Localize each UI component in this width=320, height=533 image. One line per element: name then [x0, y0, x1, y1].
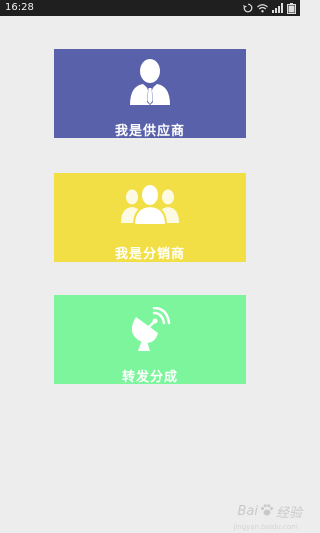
- status-bar: 16:28: [0, 0, 300, 16]
- share-commission-label: 转发分成: [121, 370, 178, 385]
- share-commission-button[interactable]: 转发分成: [54, 295, 246, 385]
- watermark-brand-suffix: 经验: [275, 506, 302, 521]
- watermark-url: jingyan.baidu.com: [233, 523, 298, 531]
- wifi-icon: [257, 3, 268, 13]
- satellite-dish-icon: [54, 307, 246, 353]
- watermark: Bai 经验: [237, 502, 302, 521]
- sync-icon: [243, 3, 253, 13]
- status-icons: [243, 2, 296, 14]
- status-time: 16:28: [5, 2, 34, 13]
- signal-icon: [272, 3, 283, 13]
- paw-icon: [260, 503, 274, 521]
- supplier-person-icon: [54, 57, 246, 105]
- distributor-label: 我是分销商: [114, 247, 185, 262]
- supplier-label: 我是供应商: [114, 124, 185, 139]
- battery-icon: [287, 2, 296, 14]
- distributor-group-icon: [54, 183, 246, 225]
- supplier-button[interactable]: 我是供应商: [54, 49, 246, 139]
- distributor-button[interactable]: 我是分销商: [54, 173, 246, 262]
- watermark-brand: Bai: [237, 504, 258, 519]
